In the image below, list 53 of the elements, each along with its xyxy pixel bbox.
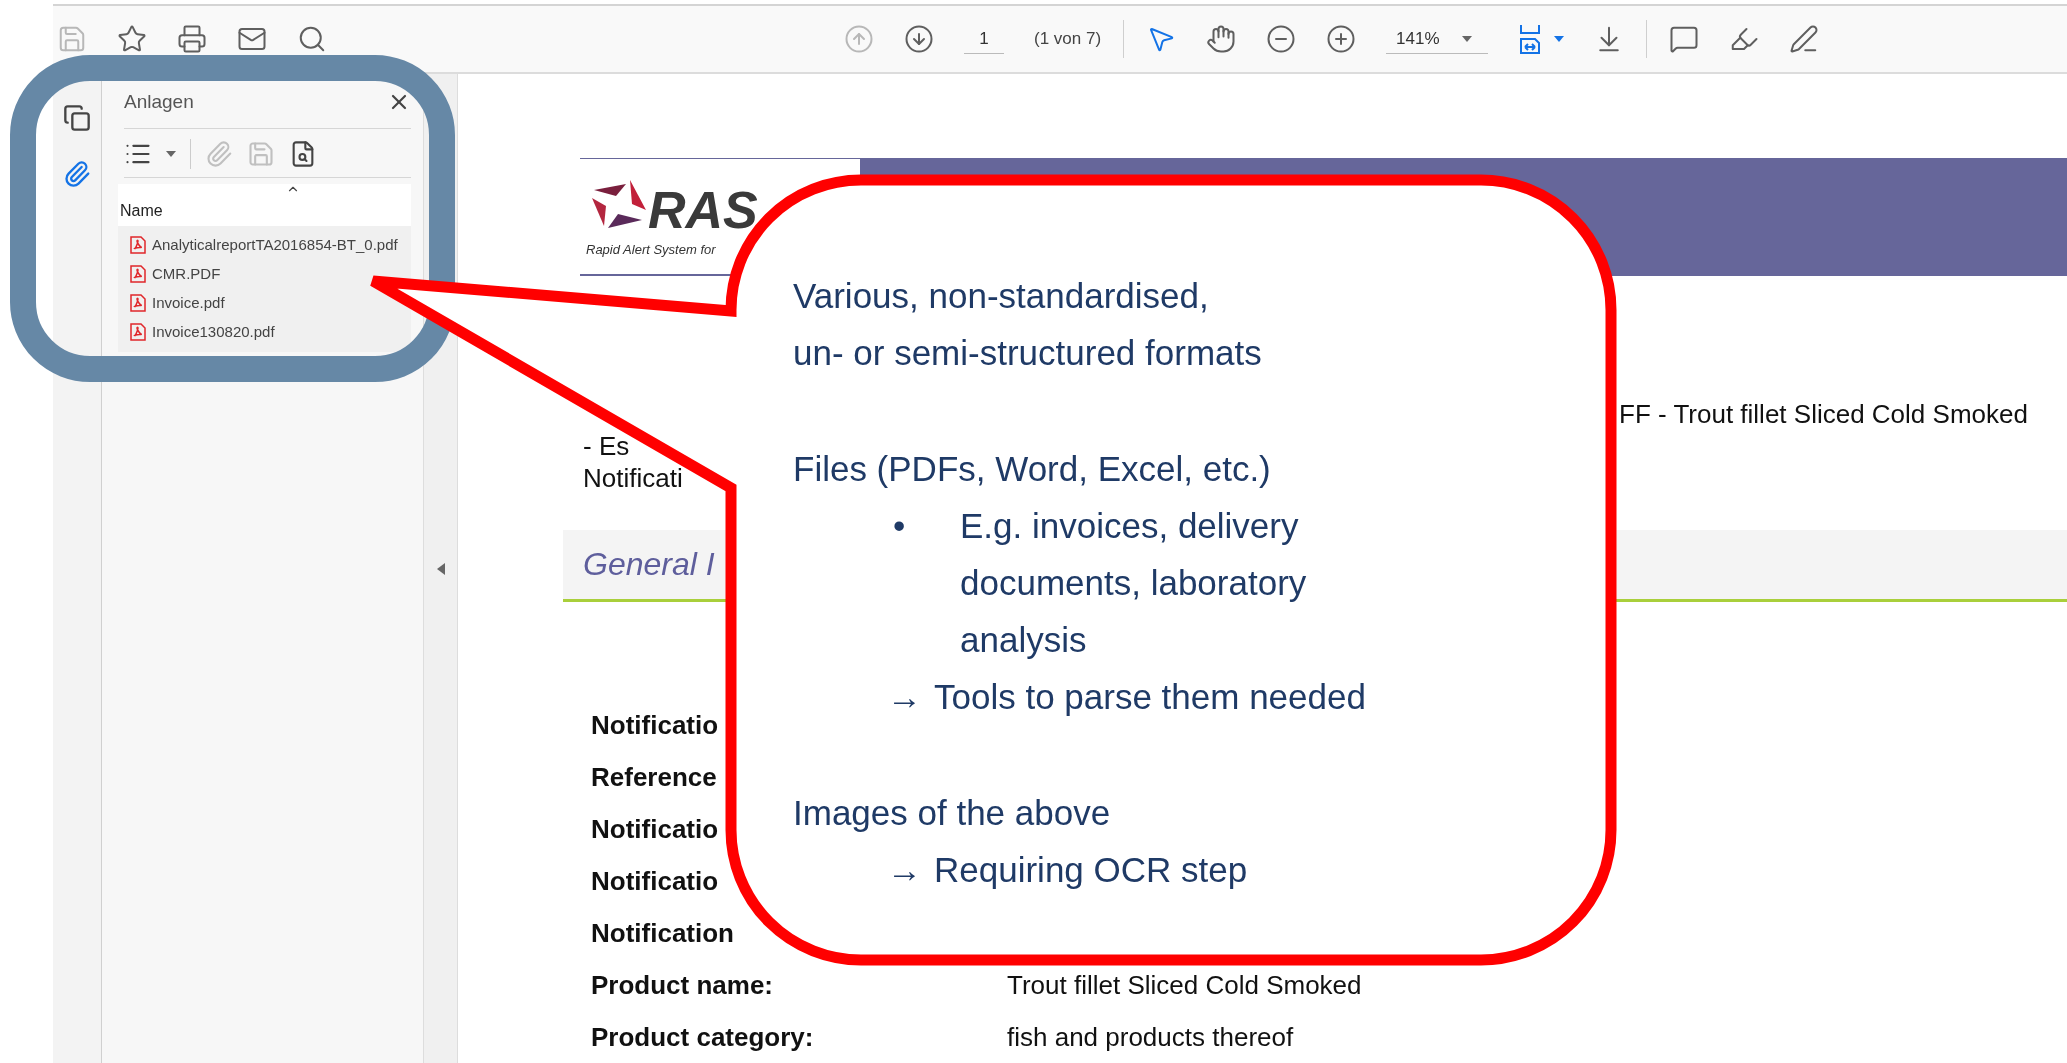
- zoom-dropdown[interactable]: 141%: [1386, 24, 1489, 54]
- file-list-item[interactable]: CMR.PDF: [152, 265, 221, 282]
- field-label: Notificatio: [591, 816, 719, 842]
- section-title: General I: [583, 545, 715, 583]
- callout-text: un- or semi-structured formats: [793, 332, 1263, 374]
- callout-text: Requiring OCR step: [934, 849, 1248, 891]
- document-text: Notificati: [583, 461, 683, 494]
- comment-icon[interactable]: [1669, 24, 1700, 54]
- zoom-out-icon[interactable]: [1266, 24, 1297, 54]
- page-count: (1 von 7): [1034, 29, 1102, 49]
- column-header[interactable]: Name: [119, 202, 163, 220]
- field-label: Product name:: [591, 972, 774, 998]
- callout-text: Images of the above: [793, 792, 1112, 834]
- field-label: Notificatio: [591, 868, 719, 894]
- field-value: fish and products thereof: [1007, 1024, 1294, 1050]
- hand-icon[interactable]: [1206, 24, 1237, 54]
- file-list-item[interactable]: AnalyticalreportTA2016854-BT_0.pdf: [152, 236, 398, 253]
- paperclip-icon[interactable]: [63, 160, 91, 188]
- page-number-field[interactable]: 1: [964, 24, 1004, 54]
- logo-text: RAS: [648, 184, 758, 237]
- callout-text: E.g. invoices, delivery documents, laboratory analysis: [960, 505, 1308, 661]
- callout-text: Tools to parse them needed: [934, 676, 1366, 718]
- document-text: - Es: [583, 429, 630, 462]
- collapse-icon[interactable]: [436, 562, 445, 575]
- file-list-item[interactable]: Invoice.pdf: [152, 294, 225, 311]
- panel-title: Anlagen: [124, 91, 194, 113]
- field-label: Notificatio: [591, 712, 719, 738]
- field-label: Reference: [591, 764, 717, 790]
- pen-icon[interactable]: [1789, 24, 1820, 54]
- pages-icon[interactable]: [63, 104, 91, 132]
- callout-text: Various, non-standardised,: [793, 275, 1210, 317]
- bullet-symbol: •: [893, 505, 907, 547]
- pdf-file-icon: [130, 322, 146, 341]
- document-text: FF - Trout fillet Sliced Cold Smoked: [1619, 397, 2028, 430]
- zoom-in-icon[interactable]: [1326, 24, 1357, 54]
- callout-text: Files (PDFs, Word, Excel, etc.): [793, 448, 1272, 490]
- star-icon[interactable]: [117, 24, 147, 54]
- logo-tagline: Rapid Alert System for: [586, 242, 717, 258]
- arrow-symbol: →: [887, 849, 922, 891]
- field-label: Product category:: [591, 1024, 814, 1050]
- printer-icon[interactable]: [177, 24, 207, 54]
- pdf-file-icon: [130, 235, 146, 254]
- pdf-file-icon: [130, 293, 146, 312]
- arrow-symbol: →: [887, 676, 922, 718]
- pdf-file-icon: [130, 264, 146, 283]
- down-arrow-circle-icon[interactable]: [904, 24, 934, 54]
- field-value: Trout fillet Sliced Cold Smoked: [1007, 972, 1362, 998]
- file-list-item[interactable]: Invoice130820.pdf: [152, 323, 275, 340]
- caret-icon[interactable]: [1554, 36, 1565, 42]
- caret-icon[interactable]: [1461, 35, 1472, 42]
- caret-icon[interactable]: [166, 151, 176, 157]
- search-icon[interactable]: [297, 24, 327, 54]
- field-label: Notification: [591, 920, 734, 946]
